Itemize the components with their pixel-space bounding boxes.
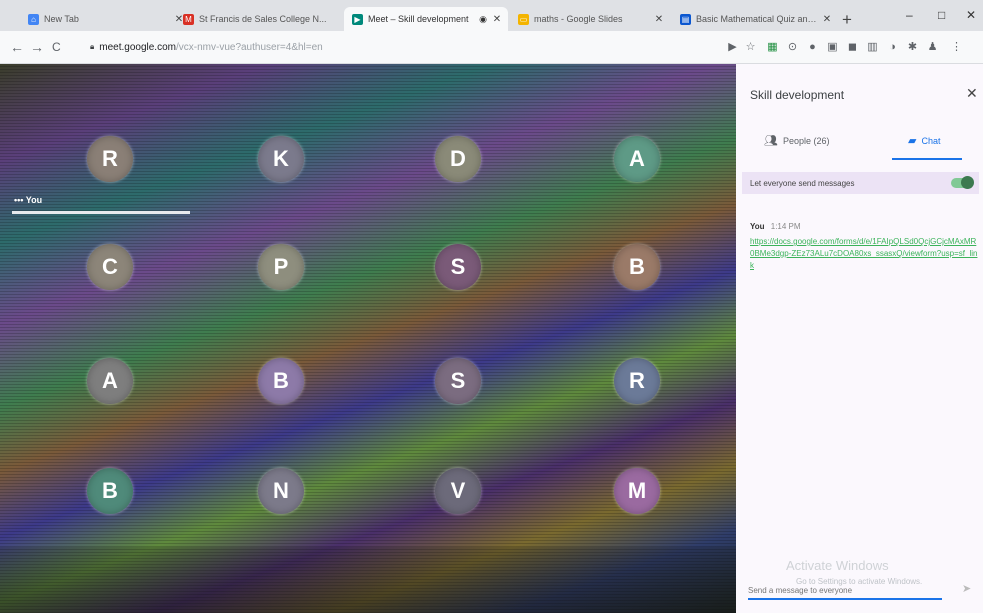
tab-title: St Francis de Sales College N...	[199, 14, 327, 24]
participant-avatar[interactable]: A	[87, 358, 133, 404]
close-window-icon[interactable]: ✕	[966, 8, 976, 22]
url-host: meet.google.com	[99, 41, 176, 53]
side-panel: Skill development ✕ 👥︎ People (26) ▰ Cha…	[736, 64, 983, 613]
send-icon[interactable]: ➤	[962, 582, 971, 595]
tab-title: maths - Google Slides	[534, 14, 623, 24]
participant-avatar[interactable]: D	[435, 136, 481, 182]
self-tile-label: ••• You	[14, 195, 42, 205]
profile-avatar-icon[interactable]: ♟	[926, 40, 939, 53]
tab-people[interactable]: 👥︎ People (26)	[764, 134, 830, 147]
participant-avatar[interactable]: B	[87, 468, 133, 514]
activate-windows-title: Activate Windows	[786, 558, 889, 573]
browser-tab-strip: ⌂ New Tab ✕ M St Francis de Sales Colleg…	[0, 0, 983, 31]
people-icon: 👥︎	[764, 135, 778, 147]
participant-avatar[interactable]: A	[614, 136, 660, 182]
slides-icon: ▭	[518, 13, 529, 25]
participant-avatar[interactable]: B	[258, 358, 304, 404]
recording-dot-icon: ◉	[479, 13, 487, 24]
participant-avatar[interactable]: V	[435, 468, 481, 514]
tab-chat[interactable]: ▰ Chat	[908, 134, 940, 147]
extension-moon-icon[interactable]: ◑	[886, 40, 899, 53]
extension-record-icon[interactable]: ⊙	[786, 40, 799, 53]
cast-icon[interactable]: ▶	[726, 40, 739, 53]
message-sender: You 1:14 PM	[750, 222, 801, 231]
address-bar[interactable]: 🔒︎ meet.google.com /vcx-nmv-vue?authuser…	[90, 36, 720, 58]
lock-icon: 🔒︎	[90, 42, 95, 51]
extensions-puzzle-icon[interactable]: ✱	[906, 40, 919, 53]
browser-toolbar: ← → C 🔒︎ meet.google.com /vcx-nmv-vue?au…	[0, 31, 983, 64]
extension-sheets-icon[interactable]: ▦	[766, 40, 779, 53]
close-tab-icon[interactable]: ✕	[652, 14, 666, 25]
home-icon: ⌂	[28, 13, 39, 25]
extension-grid-icon[interactable]: ▥	[866, 40, 879, 53]
message-link[interactable]: https://docs.google.com/forms/d/e/1FAIpQ…	[750, 236, 978, 272]
tab-meet[interactable]: ▶ Meet – Skill development ◉ ✕	[344, 7, 508, 31]
forms-icon: ▤	[680, 13, 691, 25]
tab-chat-label: Chat	[921, 135, 941, 146]
meet-icon: ▶	[352, 13, 363, 25]
sender-name: You	[750, 222, 765, 231]
forward-icon[interactable]: →	[30, 39, 44, 55]
more-options-icon[interactable]: •••	[14, 195, 23, 205]
meeting-stage: ••• You R K D A C P S B A B S R B N V M	[0, 64, 736, 613]
chat-icon: ▰	[908, 135, 917, 147]
participant-avatar[interactable]: R	[614, 358, 660, 404]
participant-avatar[interactable]: P	[258, 244, 304, 290]
message-time: 1:14 PM	[770, 222, 801, 231]
participant-avatar[interactable]: S	[435, 244, 481, 290]
extension-drop-icon[interactable]: ●	[806, 40, 819, 53]
participant-avatar[interactable]: N	[258, 468, 304, 514]
url-path: /vcx-nmv-vue?authuser=4&hl=en	[175, 41, 323, 53]
chat-permission-row: Let everyone send messages	[742, 172, 979, 194]
chat-message-input[interactable]	[748, 582, 942, 600]
minimize-icon[interactable]: –	[906, 8, 913, 22]
participant-avatar[interactable]: C	[87, 244, 133, 290]
permission-toggle[interactable]	[951, 176, 974, 189]
extension-screen-icon[interactable]: ▣	[826, 40, 839, 53]
gmail-icon: M	[183, 13, 194, 25]
extension-camera-icon[interactable]: ◼	[846, 40, 859, 53]
tab-title: Basic Mathematical Quiz and ...	[696, 14, 820, 24]
tab-title: New Tab	[44, 14, 79, 24]
tab-slides[interactable]: ▭ maths - Google Slides ✕	[510, 7, 670, 31]
tab-gmail[interactable]: M St Francis de Sales College N...	[175, 7, 343, 31]
tab-quiz[interactable]: ▤ Basic Mathematical Quiz and ... ✕	[672, 7, 838, 31]
participant-avatar[interactable]: K	[258, 136, 304, 182]
self-name: You	[25, 195, 43, 205]
tab-new-tab[interactable]: ⌂ New Tab ✕	[20, 7, 190, 31]
reload-icon[interactable]: C	[52, 40, 61, 54]
participant-avatar[interactable]: M	[614, 468, 660, 514]
close-tab-icon[interactable]: ✕	[490, 14, 504, 25]
maximize-icon[interactable]: □	[938, 8, 945, 22]
back-icon[interactable]: ←	[10, 39, 24, 55]
participant-avatar[interactable]: B	[614, 244, 660, 290]
panel-title: Skill development	[750, 88, 845, 102]
stage-bottom-bar	[0, 547, 736, 613]
new-tab-icon[interactable]: +	[842, 10, 852, 30]
active-tab-indicator	[892, 158, 962, 160]
participant-avatar[interactable]: R	[87, 136, 133, 182]
toggle-knob	[961, 176, 974, 189]
menu-kebab-icon[interactable]: ⋮	[950, 40, 963, 53]
bookmark-star-icon[interactable]: ☆	[744, 40, 757, 53]
tab-title: Meet – Skill development	[368, 14, 469, 24]
self-tile-underline	[12, 211, 190, 214]
permission-label: Let everyone send messages	[750, 178, 855, 188]
close-icon[interactable]: ✕	[966, 85, 978, 102]
tab-people-label: People (26)	[782, 135, 830, 146]
participant-avatar[interactable]: S	[435, 358, 481, 404]
close-tab-icon[interactable]: ✕	[820, 14, 834, 25]
